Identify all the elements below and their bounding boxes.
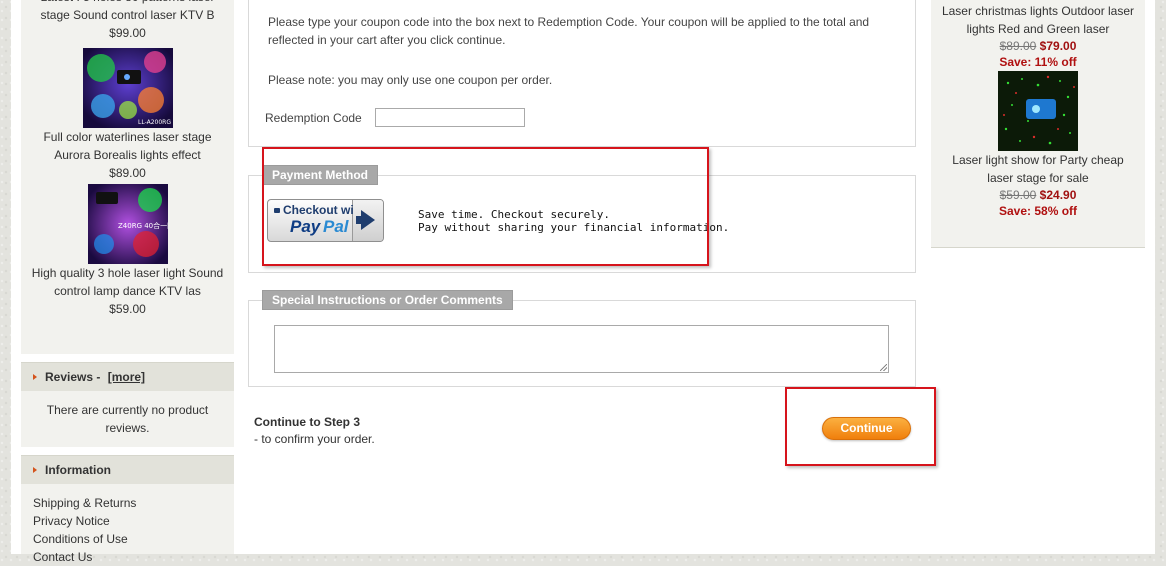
- product-image[interactable]: [998, 71, 1078, 151]
- bullet-arrow-icon: [33, 374, 37, 380]
- page: Latest ! 5 holes 80 patterns laser stage…: [11, 0, 1155, 564]
- save-percent: Save: 11% off: [999, 55, 1077, 69]
- reviews-empty-text: There are currently no product reviews.: [46, 403, 209, 435]
- resize-grip-icon[interactable]: [880, 364, 887, 371]
- reviews-heading-label: Reviews -: [45, 370, 104, 384]
- link-shipping-returns[interactable]: Shipping & Returns: [33, 494, 222, 512]
- redemption-code-input[interactable]: [375, 108, 525, 127]
- product-price: $59.00: [109, 302, 146, 316]
- coupon-instructions: Please type your coupon code into the bo…: [268, 15, 870, 47]
- product-price: $89.00 $79.00: [931, 38, 1145, 54]
- product-price: $89.00: [109, 166, 146, 180]
- reviews-body: There are currently no product reviews.: [21, 391, 234, 447]
- product-title[interactable]: Laser christmas lights Outdoor laser lig…: [939, 2, 1137, 38]
- continue-step-subtitle: - to confirm your order.: [254, 432, 375, 446]
- order-comments-textarea[interactable]: [274, 325, 889, 373]
- information-body: Shipping & Returns Privacy Notice Condit…: [21, 484, 234, 564]
- information-heading: Information: [21, 455, 234, 484]
- continue-step-title: Continue to Step 3: [254, 415, 360, 429]
- right-sidebar: Laser christmas lights Outdoor laser lig…: [931, 0, 1145, 248]
- coupon-note: Please note: you may only use one coupon…: [268, 73, 553, 87]
- save-percent: Save: 58% off: [998, 204, 1078, 218]
- product-title[interactable]: Latest ! 5 holes 80 patterns laser stage…: [27, 0, 228, 24]
- reviews-heading: Reviews - [more]: [21, 362, 234, 391]
- product-image[interactable]: LL-A200RG: [82, 48, 173, 128]
- new-price: $79.00: [1039, 39, 1077, 53]
- product-title[interactable]: High quality 3 hole laser light Sound co…: [27, 264, 228, 300]
- highlight-box-continue: [785, 387, 936, 466]
- link-contact-us[interactable]: Contact Us: [33, 548, 222, 566]
- old-price: $59.00: [999, 188, 1037, 202]
- coupon-section: Please type your coupon code into the bo…: [248, 0, 916, 147]
- link-privacy-notice[interactable]: Privacy Notice: [33, 512, 222, 530]
- product-price: $99.00: [109, 26, 146, 40]
- image-caption: Z40RG 40合一图案: [118, 221, 168, 230]
- new-price: $24.90: [1039, 188, 1077, 202]
- product-title[interactable]: Laser light show for Party cheap laser s…: [939, 151, 1137, 187]
- product-title[interactable]: Full color waterlines laser stage Aurora…: [27, 128, 228, 164]
- old-price: $89.00: [999, 39, 1037, 53]
- product-price: $59.00 $24.90: [931, 187, 1145, 203]
- image-caption: LL-A200RG: [138, 119, 171, 126]
- reviews-more-link[interactable]: [more]: [108, 370, 145, 384]
- left-sidebar: Latest ! 5 holes 80 patterns laser stage…: [21, 0, 234, 564]
- new-products-box: Latest ! 5 holes 80 patterns laser stage…: [21, 0, 234, 354]
- product-image[interactable]: Z40RG 40合一图案: [87, 184, 168, 264]
- link-conditions-of-use[interactable]: Conditions of Use: [33, 530, 222, 548]
- bullet-arrow-icon: [33, 467, 37, 473]
- comments-legend: Special Instructions or Order Comments: [262, 290, 513, 310]
- redemption-code-label: Redemption Code: [265, 111, 362, 125]
- highlight-box-payment: [262, 147, 709, 266]
- information-heading-label: Information: [45, 463, 111, 477]
